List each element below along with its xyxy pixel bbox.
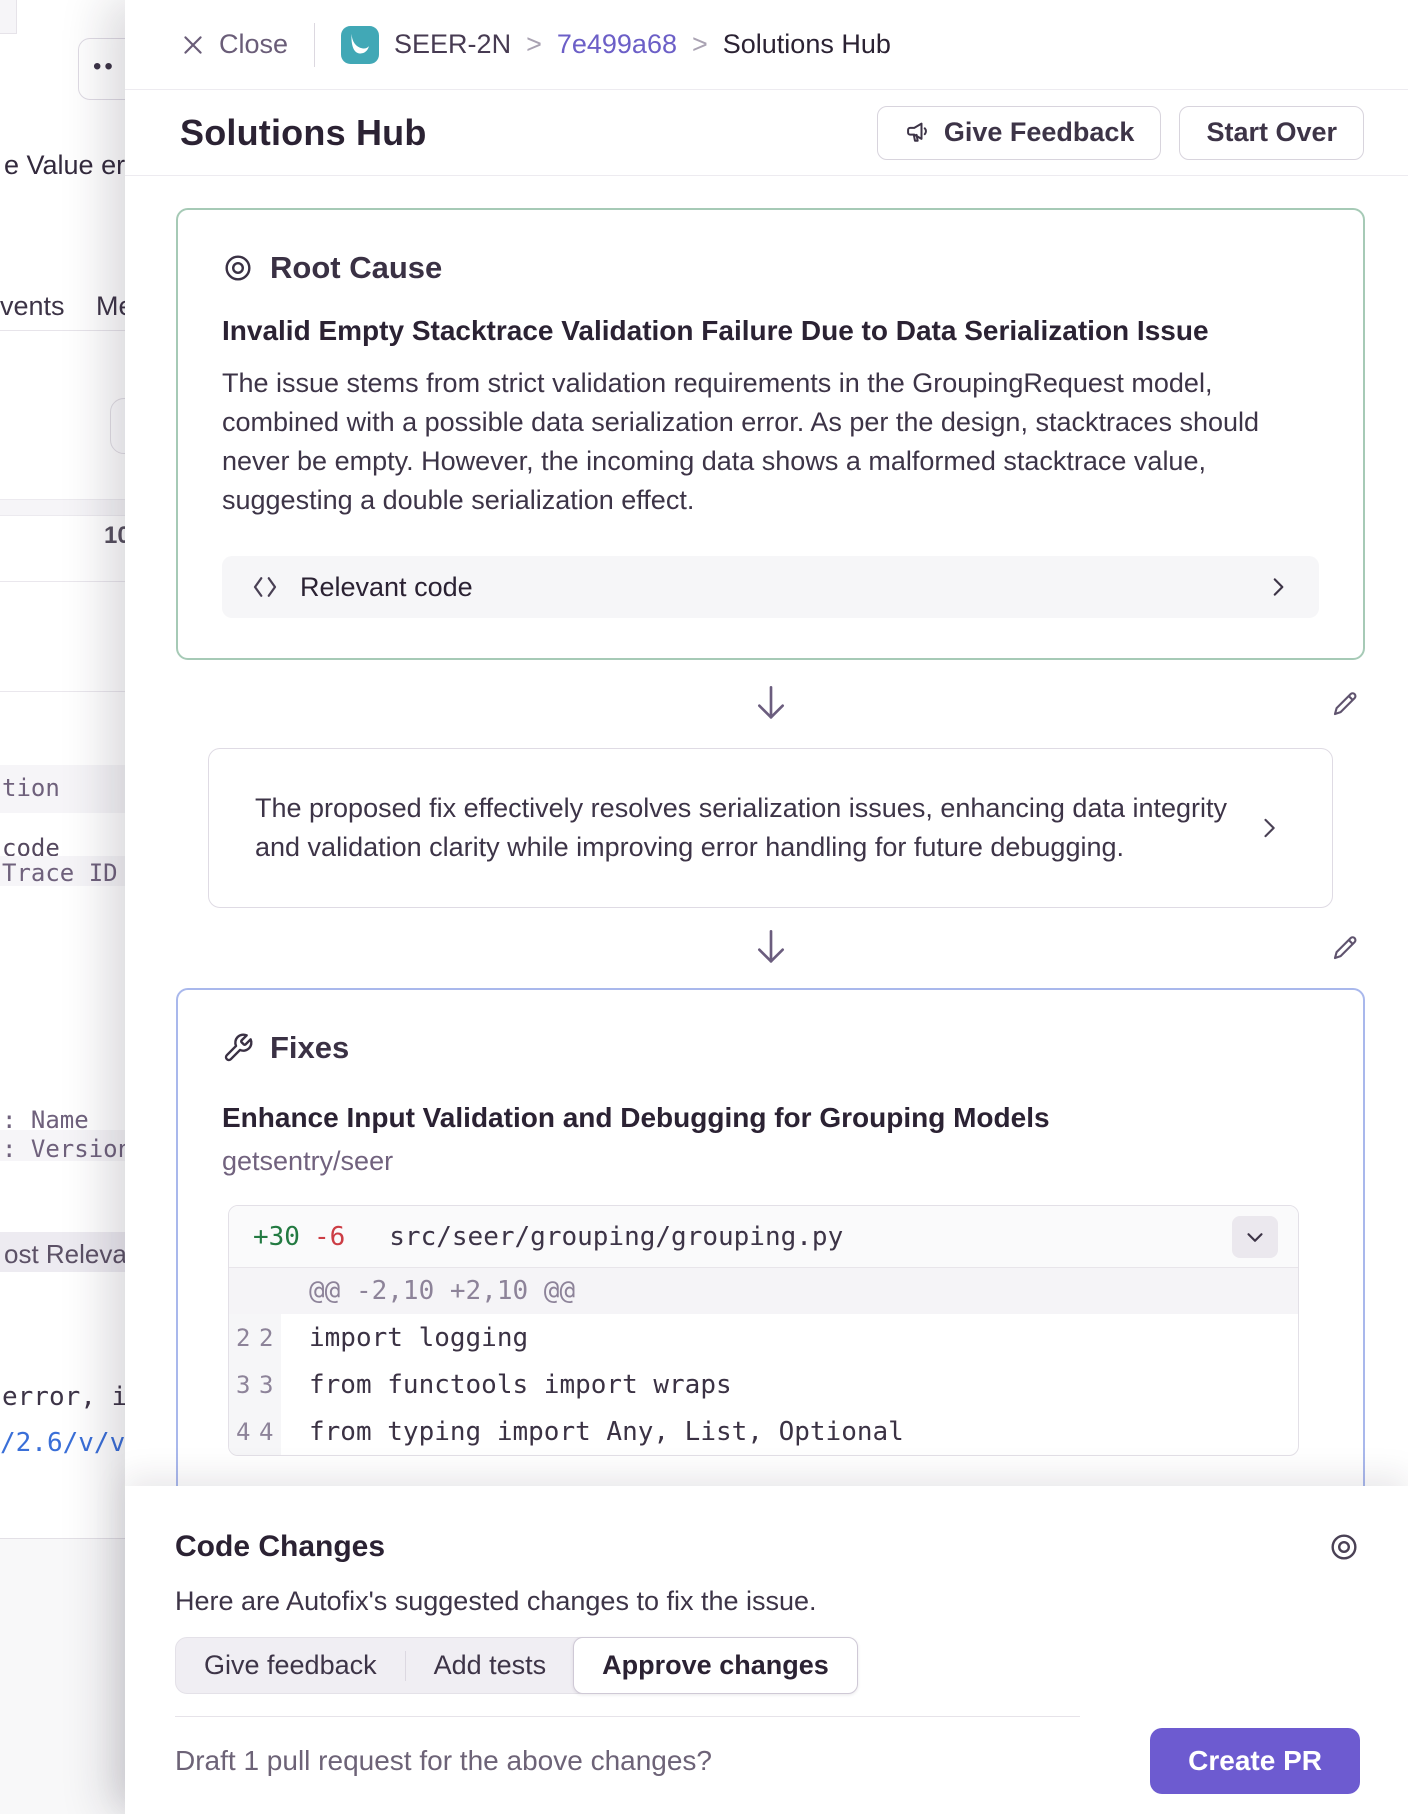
background-footer-band	[0, 1539, 125, 1814]
chevron-right-icon	[1255, 814, 1283, 842]
topbar-separator	[314, 23, 315, 67]
root-cause-heading: Root Cause	[222, 250, 1319, 286]
breadcrumb-separator: >	[692, 29, 708, 60]
solutions-hub-drawer: Close SEER-2N > 7e499a68 > Solutions Hub…	[125, 0, 1408, 1814]
fixes-heading-label: Fixes	[270, 1030, 349, 1066]
breadcrumb-separator: >	[526, 29, 542, 60]
page-title: Solutions Hub	[180, 112, 877, 154]
wrench-icon	[222, 1032, 254, 1064]
background-text-tion: tion	[2, 774, 60, 802]
diff-code-line: import logging	[281, 1323, 528, 1353]
old-line-number: 4	[229, 1418, 252, 1446]
give-feedback-action[interactable]: Give feedback	[176, 1638, 405, 1693]
background-tab-divider	[0, 330, 125, 331]
start-over-button[interactable]: Start Over	[1179, 106, 1364, 160]
solution-summary-text: The proposed fix effectively resolves se…	[255, 789, 1235, 867]
flow-arrow-row	[176, 660, 1365, 748]
code-changes-heading: Code Changes	[175, 1530, 1328, 1564]
ellipsis-dots: ••	[93, 53, 116, 80]
breadcrumb: SEER-2N > 7e499a68 > Solutions Hub	[379, 29, 891, 60]
root-cause-card: Root Cause Invalid Empty Stacktrace Vali…	[176, 208, 1365, 660]
chevron-right-icon	[1265, 574, 1291, 600]
breadcrumb-current-page: Solutions Hub	[723, 29, 891, 60]
edit-pencil-icon[interactable]	[1329, 932, 1361, 964]
diff-file-panel: +30 -6 src/seer/grouping/grouping.py @@ …	[228, 1205, 1299, 1456]
background-tab-events[interactable]: vents	[0, 291, 65, 322]
diff-code-row: 2 2 import logging	[229, 1314, 1298, 1361]
old-line-number: 3	[229, 1371, 252, 1399]
diff-code-row: 3 3 from functools import wraps	[229, 1361, 1298, 1408]
create-pr-button[interactable]: Create PR	[1150, 1728, 1360, 1794]
diff-additions-count: +30	[253, 1222, 300, 1252]
close-button[interactable]: Close	[180, 29, 288, 60]
background-most-relevant-tag[interactable]: ost Relevan	[0, 1232, 125, 1272]
relevant-code-expander[interactable]: Relevant code	[222, 556, 1319, 618]
diff-collapse-button[interactable]	[1232, 1216, 1278, 1258]
draft-pr-prompt: Draft 1 pull request for the above chang…	[175, 1745, 1080, 1777]
fixes-heading: Fixes	[222, 1030, 1319, 1066]
close-icon	[180, 32, 206, 58]
close-label: Close	[219, 29, 288, 60]
background-corner-cell	[0, 0, 17, 34]
diff-code-row: 4 4 from typing import Any, List, Option…	[229, 1408, 1298, 1455]
down-arrow-icon	[751, 926, 791, 970]
root-cause-description: The issue stems from strict validation r…	[222, 364, 1282, 520]
background-divider	[0, 691, 125, 692]
fixes-card: Fixes Enhance Input Validation and Debug…	[176, 988, 1365, 1518]
fix-title: Enhance Input Validation and Debugging f…	[222, 1102, 1319, 1134]
diff-deletions-count: -6	[314, 1222, 345, 1252]
new-line-number: 4	[252, 1418, 275, 1446]
target-icon	[1328, 1531, 1360, 1563]
seer-logo-icon	[341, 26, 379, 64]
relevant-code-label: Relevant code	[300, 572, 1245, 603]
start-over-label: Start Over	[1206, 117, 1337, 148]
diff-file-header[interactable]: +30 -6 src/seer/grouping/grouping.py	[229, 1206, 1298, 1268]
action-segmented-control: Give feedback Add tests Approve changes	[175, 1637, 858, 1694]
solution-summary-card[interactable]: The proposed fix effectively resolves se…	[208, 748, 1333, 908]
background-title-fragment: e Value er	[4, 150, 125, 181]
breadcrumb-issue-id[interactable]: 7e499a68	[557, 29, 677, 60]
approve-changes-action[interactable]: Approve changes	[573, 1637, 858, 1694]
diff-line-numbers: 4 4	[229, 1408, 281, 1455]
background-row-band	[0, 499, 125, 516]
diff-hunk-header: @@ -2,10 +2,10 @@	[229, 1268, 1298, 1314]
fix-repo-name: getsentry/seer	[222, 1146, 1319, 1177]
diff-filename: src/seer/grouping/grouping.py	[389, 1222, 1232, 1252]
add-tests-action[interactable]: Add tests	[406, 1638, 575, 1693]
background-text-version: : Version	[2, 1135, 132, 1163]
flow-arrow-row	[176, 908, 1365, 988]
diff-code-line: from typing import Any, List, Optional	[281, 1417, 904, 1447]
diff-line-numbers: 2 2	[229, 1314, 281, 1361]
drawer-header: Solutions Hub Give Feedback Start Over	[125, 90, 1408, 176]
drawer-topbar: Close SEER-2N > 7e499a68 > Solutions Hub	[125, 0, 1408, 90]
diff-line-numbers: 3 3	[229, 1361, 281, 1408]
background-divider	[0, 581, 125, 582]
background-text-error: error, in	[2, 1382, 143, 1412]
give-feedback-label: Give Feedback	[944, 117, 1135, 148]
root-cause-title: Invalid Empty Stacktrace Validation Fail…	[222, 314, 1272, 348]
background-link-fragment[interactable]: /2.6/v/va	[0, 1428, 141, 1458]
root-cause-heading-label: Root Cause	[270, 250, 442, 286]
diff-code-line: from functools import wraps	[281, 1370, 732, 1400]
down-arrow-icon	[751, 176, 791, 180]
background-text-trace-id: Trace ID	[2, 859, 118, 887]
panel-divider	[175, 1716, 1080, 1717]
give-feedback-button[interactable]: Give Feedback	[877, 106, 1162, 160]
new-line-number: 3	[252, 1371, 275, 1399]
code-changes-subtitle: Here are Autofix's suggested changes to …	[175, 1586, 1360, 1617]
old-line-number: 2	[229, 1324, 252, 1352]
down-arrow-icon	[751, 682, 791, 726]
new-line-number: 2	[252, 1324, 275, 1352]
megaphone-icon	[904, 119, 932, 147]
edit-pencil-icon[interactable]	[1329, 688, 1361, 720]
target-icon	[222, 252, 254, 284]
breadcrumb-project[interactable]: SEER-2N	[394, 29, 511, 60]
angle-brackets-icon	[250, 572, 280, 602]
code-changes-panel: Code Changes Here are Autofix's suggeste…	[125, 1486, 1408, 1814]
flow-arrow-row	[176, 176, 1365, 198]
background-most-relevant-label: ost Relevan	[4, 1239, 141, 1270]
